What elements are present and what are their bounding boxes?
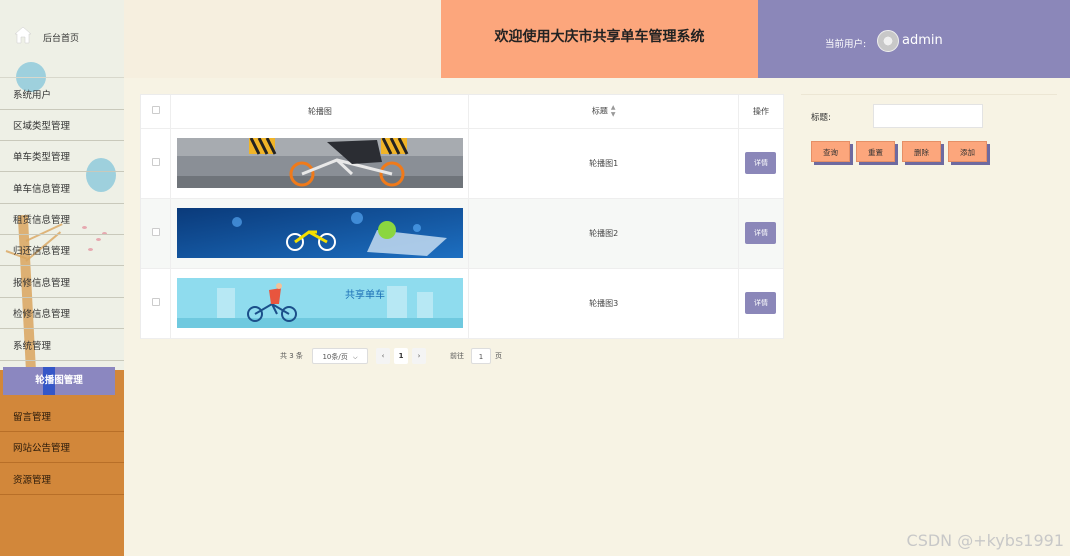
watermark: CSDN @+kybs1991 (906, 531, 1064, 550)
page-title: 欢迎使用大庆市共享单车管理系统 (441, 0, 758, 78)
next-page-button[interactable]: › (412, 348, 426, 364)
carousel-table: 轮播图 标题 ▲ ▼ 操作 轮播图1 详情 轮播图2 详情 共享单车 轮播图3 … (141, 95, 785, 339)
goto-page-input[interactable]: 1 (471, 348, 491, 364)
detail-button[interactable]: 详情 (745, 292, 777, 314)
sidebar-item-label: 轮播图管理 (35, 375, 83, 386)
column-header-title[interactable]: 标题 ▲ ▼ (468, 95, 739, 129)
sort-icon[interactable]: ▲ ▼ (611, 104, 616, 118)
add-button[interactable]: 添加 (948, 141, 987, 162)
query-button[interactable]: 查询 (811, 141, 850, 162)
detail-button[interactable]: 详情 (745, 152, 777, 174)
row-checkbox[interactable] (151, 228, 160, 236)
search-panel: 标题: 查询 重置 删除 添加 (801, 94, 1057, 176)
sidebar-item-return-info[interactable]: 归还信息管理 (0, 235, 124, 266)
page-size-select[interactable]: 10条/页 ⌵ (312, 348, 368, 364)
sidebar-item-area-types[interactable]: 区域类型管理 (0, 110, 124, 141)
table-row: 轮播图1 详情 (141, 128, 785, 199)
carousel-table-panel: 轮播图 标题 ▲ ▼ 操作 轮播图1 详情 轮播图2 详情 共享单车 轮播图3 … (140, 94, 785, 339)
page-number-current[interactable]: 1 (394, 348, 408, 364)
table-row: 共享单车 轮播图3 详情 (141, 268, 785, 339)
sidebar-item-carousel-active[interactable]: 轮播图管理 (3, 367, 115, 395)
chevron-down-icon: ⌵ (352, 354, 358, 361)
row-checkbox[interactable] (151, 158, 160, 166)
user-panel: 当前用户: admin (758, 0, 1070, 78)
page-size-value: 10条/页 (322, 353, 348, 361)
delete-button[interactable]: 删除 (902, 141, 941, 162)
prev-page-button[interactable]: ‹ (376, 348, 390, 364)
sidebar: 后台首页 系统用户 区域类型管理 单车类型管理 单车信息管理 租赁信息管理 归还… (0, 0, 124, 556)
banner3-text: 共享单车 (345, 288, 385, 301)
sidebar-item-system-users[interactable]: 系统用户 (0, 79, 124, 110)
pagination-total: 共 3 条 (280, 352, 303, 360)
header-blank (124, 0, 441, 78)
select-all-checkbox[interactable] (151, 106, 160, 115)
detail-button[interactable]: 详情 (745, 222, 777, 244)
select-all-cell (141, 95, 172, 129)
reset-button[interactable]: 重置 (856, 141, 895, 162)
sidebar-item-rental-info[interactable]: 租赁信息管理 (0, 204, 124, 235)
sidebar-item-system-management[interactable]: 系统管理 (0, 330, 124, 361)
row-title: 轮播图3 (468, 268, 739, 339)
sidebar-item-resources[interactable]: 资源管理 (0, 464, 124, 495)
table-row: 轮播图2 详情 (141, 198, 785, 269)
column-header-actions: 操作 (738, 95, 785, 129)
sidebar-home-label: 后台首页 (43, 34, 80, 44)
row-title: 轮播图2 (468, 198, 739, 269)
sidebar-item-bike-info[interactable]: 单车信息管理 (0, 173, 124, 204)
sidebar-item-messages[interactable]: 留言管理 (0, 401, 124, 432)
sidebar-item-repair-report[interactable]: 报修信息管理 (0, 267, 124, 298)
row-title: 轮播图1 (468, 128, 739, 199)
username: admin (902, 33, 943, 48)
goto-label: 前往 (450, 352, 464, 360)
table-header-row: 轮播图 标题 ▲ ▼ 操作 (141, 95, 785, 129)
current-user-label: 当前用户: (825, 39, 867, 50)
sidebar-item-bike-types[interactable]: 单车类型管理 (0, 141, 124, 172)
sidebar-home[interactable]: 后台首页 (0, 0, 124, 78)
sidebar-item-maintenance[interactable]: 检修信息管理 (0, 298, 124, 329)
sidebar-item-announcements[interactable]: 网站公告管理 (0, 432, 124, 463)
row-checkbox[interactable] (151, 298, 160, 306)
carousel-image-3: 共享单车 (176, 278, 463, 328)
column-header-image: 轮播图 (170, 95, 470, 129)
home-icon (14, 26, 32, 44)
goto-suffix: 页 (495, 352, 502, 360)
search-title-input[interactable] (873, 104, 983, 128)
carousel-image-1 (176, 138, 463, 188)
column-header-title-label: 标题 (591, 106, 608, 116)
search-title-label: 标题: (811, 113, 831, 123)
avatar[interactable] (877, 30, 899, 52)
carousel-image-2 (176, 208, 463, 258)
